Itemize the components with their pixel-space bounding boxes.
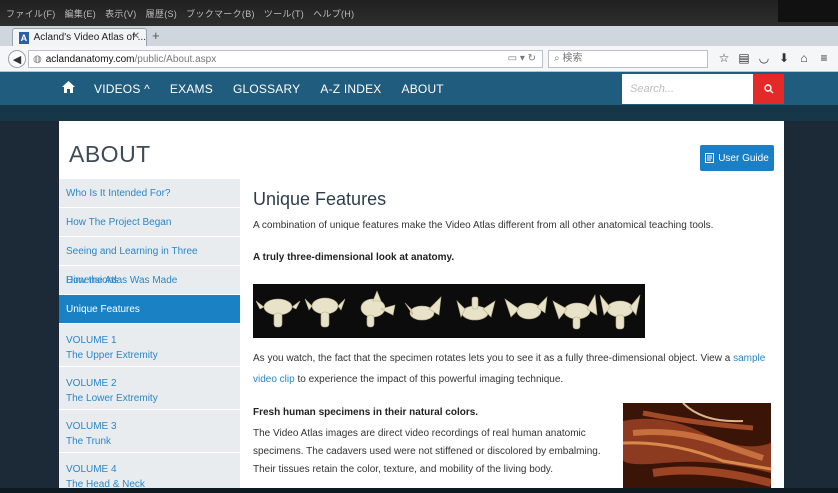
volume-number: VOLUME 2 <box>66 378 117 389</box>
fresh-specimens-paragraph: The Video Atlas images are direct video … <box>253 428 601 475</box>
section-heading: Unique Features <box>253 189 387 209</box>
sidebar-item-who-is-it-for[interactable]: Who Is It Intended For? <box>59 179 240 208</box>
sidebar-item-three-dimensions[interactable]: Seeing and Learning in Three Dimensions <box>59 237 240 286</box>
globe-icon: ◍ <box>33 53 42 65</box>
sidebar-item-volume-2[interactable]: VOLUME 2 The Lower Extremity <box>59 367 240 410</box>
close-tab-icon[interactable]: ✕ <box>132 31 140 42</box>
volume-number: VOLUME 4 <box>66 464 117 475</box>
browser-menubar: ファイル(F) 編集(E) 表示(V) 履歴(S) ブックマーク(B) ツール(… <box>0 0 838 26</box>
three-d-text-after: to experience the impact of this powerfu… <box>294 374 564 385</box>
nav-videos[interactable]: VIDEOS ^ <box>94 82 150 96</box>
new-tab-icon[interactable]: + <box>152 28 160 43</box>
tab-strip: A Acland's Video Atlas of ... ✕ <box>0 26 838 46</box>
back-button[interactable]: ◀ <box>8 50 26 68</box>
url-host: aclandanatomy.com <box>45 53 135 65</box>
menu-edit[interactable]: 編集(E) <box>65 7 97 20</box>
reload-icon[interactable]: ▭ ▾ ↻ <box>508 53 536 64</box>
home-icon[interactable]: ⌂ <box>794 51 814 65</box>
pocket-icon[interactable]: ◡ <box>754 51 774 65</box>
user-guide-label: User Guide <box>718 152 769 164</box>
menu-help[interactable]: ヘルプ(H) <box>313 7 354 20</box>
nav-about[interactable]: ABOUT <box>402 82 444 96</box>
three-d-paragraph: As you watch, the fact that the specimen… <box>253 348 778 390</box>
site-favicon-icon: A <box>19 31 29 44</box>
site-search-button[interactable] <box>753 74 784 104</box>
nav-glossary[interactable]: GLOSSARY <box>233 82 300 96</box>
sidebar-item-volume-4[interactable]: VOLUME 4 The Head & Neck <box>59 453 240 493</box>
menu-bookmarks[interactable]: ブックマーク(B) <box>186 7 255 20</box>
site-nav: VIDEOS ^ EXAMS GLOSSARY A-Z INDEX ABOUT <box>0 72 838 105</box>
menu-list: ファイル(F) 編集(E) 表示(V) 履歴(S) ブックマーク(B) ツール(… <box>6 7 354 20</box>
subheading-fresh-specimens: Fresh human specimens in their natural c… <box>253 407 479 418</box>
menu-history[interactable]: 履歴(S) <box>146 7 178 20</box>
volume-title: The Upper Extremity <box>66 350 158 361</box>
reading-list-icon[interactable]: ▤ <box>734 51 754 65</box>
subheading-3d: A truly three-dimensional look at anatom… <box>253 252 455 263</box>
menu-icon[interactable]: ≡ <box>814 51 834 65</box>
volume-title: The Trunk <box>66 436 112 447</box>
browser-search-placeholder: 検索 <box>562 53 583 64</box>
sidebar-item-how-made[interactable]: How the Atlas Was Made <box>59 266 240 295</box>
about-page: ABOUT User Guide Who Is It Intended For?… <box>59 121 784 493</box>
nav-exams[interactable]: EXAMS <box>170 82 213 96</box>
tab-title: Acland's Video Atlas of ... <box>33 32 146 43</box>
browser-tab[interactable]: A Acland's Video Atlas of ... ✕ <box>12 28 147 46</box>
site-search-input[interactable] <box>622 74 753 104</box>
browser-search-field[interactable]: ⌕ 検索 <box>548 50 708 68</box>
browser-toolbar-icons: ☆ ▤ ◡ ⬇ ⌂ ≡ <box>714 51 834 65</box>
nav-az-index[interactable]: A-Z INDEX <box>320 82 381 96</box>
sidebar-item-unique-features[interactable]: Unique Features <box>59 295 240 324</box>
page-title: ABOUT <box>69 141 151 167</box>
specimen-image <box>623 403 771 493</box>
download-icon[interactable]: ⬇ <box>774 51 794 65</box>
volume-number: VOLUME 3 <box>66 421 117 432</box>
sidebar-item-volume-3[interactable]: VOLUME 3 The Trunk <box>59 410 240 453</box>
nav-items: VIDEOS ^ EXAMS GLOSSARY A-Z INDEX ABOUT <box>62 72 464 105</box>
search-icon <box>763 84 773 94</box>
vertebra-rotation-image <box>253 284 645 338</box>
url-path: /public/About.aspx <box>134 53 217 65</box>
user-guide-button[interactable]: User Guide <box>700 145 774 171</box>
star-icon[interactable]: ☆ <box>714 51 734 65</box>
intro-text: A combination of unique features make th… <box>253 220 714 231</box>
document-icon <box>705 153 715 163</box>
browser-navbar: ◀ ◍ aclandanatomy.com /public/About.aspx… <box>0 46 838 72</box>
window-controls <box>778 0 838 22</box>
volume-title: The Lower Extremity <box>66 393 158 404</box>
home-icon[interactable] <box>62 80 78 98</box>
volume-number: VOLUME 1 <box>66 335 117 346</box>
sidebar-item-volume-1[interactable]: VOLUME 1 The Upper Extremity <box>59 324 240 367</box>
address-bar[interactable]: ◍ aclandanatomy.com /public/About.aspx ▭… <box>28 50 543 68</box>
nav-shadow-band <box>0 105 838 121</box>
menu-view[interactable]: 表示(V) <box>105 7 137 20</box>
bottom-edge <box>0 488 838 493</box>
three-d-text-before: As you watch, the fact that the specimen… <box>253 353 734 364</box>
about-sidebar: Who Is It Intended For? How The Project … <box>59 179 240 493</box>
menu-tools[interactable]: ツール(T) <box>264 7 304 20</box>
back-arrow-icon: ◀ <box>12 53 22 66</box>
menu-file[interactable]: ファイル(F) <box>6 7 56 20</box>
sidebar-item-project-began[interactable]: How The Project Began <box>59 208 240 237</box>
